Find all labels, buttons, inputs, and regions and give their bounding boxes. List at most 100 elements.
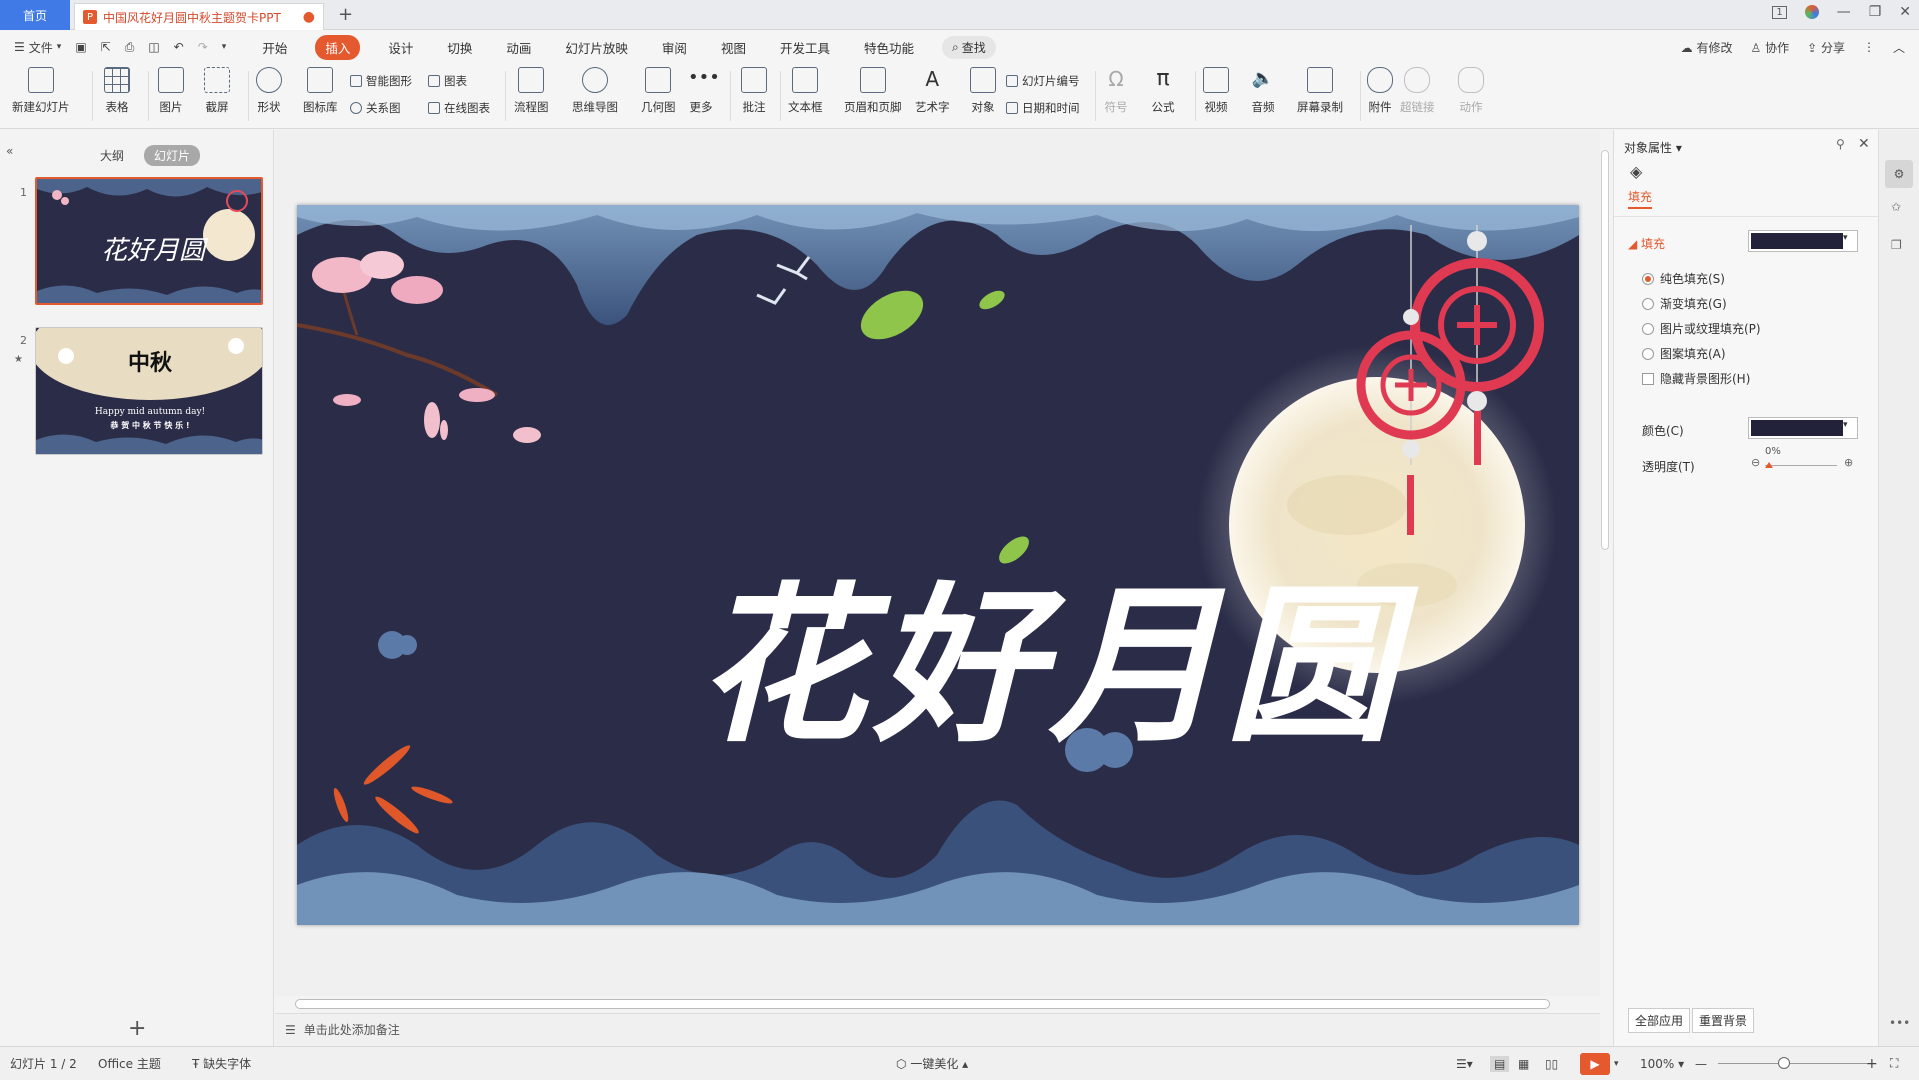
video-button[interactable]: 视频 (1203, 67, 1229, 115)
radio-gradient[interactable] (1642, 297, 1654, 310)
attachment-button[interactable]: 附件 (1367, 67, 1393, 115)
collapse-panel-icon[interactable]: « (6, 144, 13, 158)
radio-pattern[interactable] (1642, 347, 1654, 360)
gradient-fill-option[interactable]: 渐变填充(G) (1642, 295, 1727, 312)
unsaved-dot-icon[interactable]: ● (303, 9, 315, 25)
share-button[interactable]: ⇪ 分享 (1807, 39, 1845, 56)
symbol-button[interactable]: Ω 符号 (1103, 67, 1129, 115)
zoom-slider-handle[interactable] (1778, 1057, 1790, 1069)
textbox-button[interactable]: 文本框 (788, 67, 823, 115)
mindmap-button[interactable]: 思维导图 (572, 67, 618, 115)
slide-1-canvas[interactable]: 花好月圆 (297, 205, 1579, 925)
document-tab[interactable]: P 中国风花好月圆中秋主题贺卡PPT ● (74, 3, 324, 30)
minus-icon[interactable]: ⊖ (1751, 456, 1760, 469)
picture-fill-option[interactable]: 图片或纹理填充(P) (1642, 320, 1761, 337)
tab-transition[interactable]: 切换 (441, 35, 478, 60)
comment-button[interactable]: 批注 (741, 67, 767, 115)
collab-button[interactable]: ♙ 协作 (1750, 39, 1789, 56)
properties-icon[interactable]: ⚙ (1885, 160, 1913, 188)
close-panel-icon[interactable]: ✕ (1858, 136, 1870, 152)
geometry-button[interactable]: 几何图 (641, 67, 676, 115)
tab-home[interactable]: 开始 (256, 35, 293, 60)
fill-color-picker[interactable]: ▾ (1748, 230, 1858, 252)
online-chart-button[interactable]: 在线图表 (428, 100, 490, 116)
add-tab-button[interactable]: + (338, 4, 353, 25)
fill-section-header[interactable]: ◢ 填充 (1628, 235, 1665, 252)
copy-icon[interactable]: ❐ (1891, 238, 1902, 252)
slide-thumbnail-1[interactable]: 花好月圆 (35, 177, 263, 305)
modified-button[interactable]: ☁ 有修改 (1681, 39, 1733, 56)
slide-title[interactable]: 花好月圆 (697, 566, 1419, 766)
close-button[interactable]: ✕ (1899, 4, 1911, 20)
missing-font-button[interactable]: Ŧ 缺失字体 (192, 1055, 251, 1072)
radio-solid[interactable] (1642, 272, 1654, 285)
hyperlink-button[interactable]: 超链接 (1400, 67, 1435, 115)
zoom-in-button[interactable]: + (1866, 1056, 1878, 1072)
tab-view[interactable]: 视图 (715, 35, 752, 60)
play-slideshow-button[interactable]: ▶ (1580, 1052, 1610, 1075)
action-button[interactable]: 动作 (1458, 67, 1484, 115)
customize-icon[interactable]: ▾ (222, 42, 227, 52)
export-icon[interactable]: ⇱ (101, 40, 111, 54)
plus-icon[interactable]: ⊕ (1844, 456, 1853, 469)
tab-slideshow[interactable]: 幻灯片放映 (559, 35, 634, 60)
tab-developer[interactable]: 开发工具 (774, 35, 836, 60)
reset-background-button[interactable]: 重置背景 (1692, 1008, 1755, 1033)
tab-review[interactable]: 审阅 (656, 35, 693, 60)
print-preview-icon[interactable]: ◫ (148, 40, 159, 54)
minimize-button[interactable]: — (1837, 4, 1851, 20)
notes-area[interactable]: ☰ 单击此处添加备注 (275, 1013, 1600, 1045)
apply-all-button[interactable]: 全部应用 (1628, 1008, 1691, 1033)
more-icon[interactable]: ⋮ (1863, 40, 1875, 54)
tab-special[interactable]: 特色功能 (858, 35, 920, 60)
screenshot-button[interactable]: 截屏 (204, 67, 230, 115)
solid-fill-option[interactable]: 纯色填充(S) (1642, 270, 1725, 287)
panel-title[interactable]: 对象属性 ▾ (1624, 139, 1682, 156)
animation-icon[interactable]: ✩ (1891, 200, 1901, 214)
datetime-button[interactable]: 日期和时间 (1006, 100, 1080, 116)
pattern-fill-option[interactable]: 图案填充(A) (1642, 345, 1726, 362)
vertical-scroll-thumb[interactable] (1601, 150, 1609, 550)
horizontal-scrollbar[interactable] (295, 998, 1555, 1010)
vertical-scrollbar[interactable] (1600, 138, 1610, 993)
home-tab[interactable]: 首页 (0, 0, 70, 30)
screen-record-button[interactable]: 屏幕录制 (1297, 67, 1343, 115)
undo-icon[interactable]: ↶ (174, 40, 184, 54)
chart-button[interactable]: 图表 (428, 73, 467, 89)
tab-animation[interactable]: 动画 (500, 35, 537, 60)
more-dots-icon[interactable]: ••• (1889, 1016, 1910, 1030)
tab-outline[interactable]: 大纲 (90, 145, 134, 166)
slide-thumbnail-2[interactable]: 中秋 Happy mid autumn day! 恭 贺 中 秋 节 快 乐 ! (35, 327, 263, 455)
add-slide-button[interactable]: + (128, 1016, 146, 1041)
beautify-button[interactable]: ⬡ 一键美化 ▴ (896, 1055, 968, 1072)
save-icon[interactable]: ▣ (75, 40, 86, 54)
tab-fill[interactable]: 填充 (1628, 188, 1653, 209)
wordart-button[interactable]: A 艺术字 (915, 67, 950, 115)
theme-name[interactable]: Office 主题 (98, 1055, 161, 1072)
formula-button[interactable]: π 公式 (1150, 67, 1176, 115)
tab-slides[interactable]: 幻灯片 (144, 145, 201, 166)
zoom-level[interactable]: 100% ▾ (1640, 1057, 1684, 1071)
zoom-out-button[interactable]: — (1695, 1057, 1707, 1071)
horizontal-scroll-thumb[interactable] (295, 999, 1550, 1009)
color-picker[interactable]: ▾ (1748, 417, 1858, 439)
zoom-slider[interactable] (1718, 1063, 1868, 1064)
relation-button[interactable]: 关系图 (350, 100, 401, 116)
file-menu[interactable]: ☰ 文件 ▾ (14, 39, 61, 56)
header-footer-button[interactable]: 页眉和页脚 (844, 67, 902, 115)
more-insert-button[interactable]: ••• 更多 (688, 67, 720, 115)
radio-picture[interactable] (1642, 322, 1654, 335)
object-button[interactable]: 对象 (970, 67, 996, 115)
slider-handle[interactable] (1765, 462, 1773, 468)
sorter-view-icon[interactable]: ▦ (1518, 1057, 1529, 1071)
transparency-slider[interactable]: ⊖ 0% (1751, 446, 1841, 472)
reading-view-icon[interactable]: ▯▯ (1545, 1057, 1558, 1071)
collapse-ribbon-icon[interactable]: ︿ (1893, 39, 1905, 56)
hide-bg-checkbox[interactable] (1642, 372, 1654, 385)
fit-window-icon[interactable]: ⛶ (1890, 1056, 1898, 1071)
flowchart-button[interactable]: 流程图 (514, 67, 549, 115)
print-icon[interactable]: ⎙ (125, 40, 135, 55)
hide-bg-option[interactable]: 隐藏背景图形(H) (1642, 370, 1750, 387)
search-button[interactable]: ⌕ 查找 (941, 35, 996, 59)
shape-button[interactable]: 形状 (256, 67, 282, 115)
